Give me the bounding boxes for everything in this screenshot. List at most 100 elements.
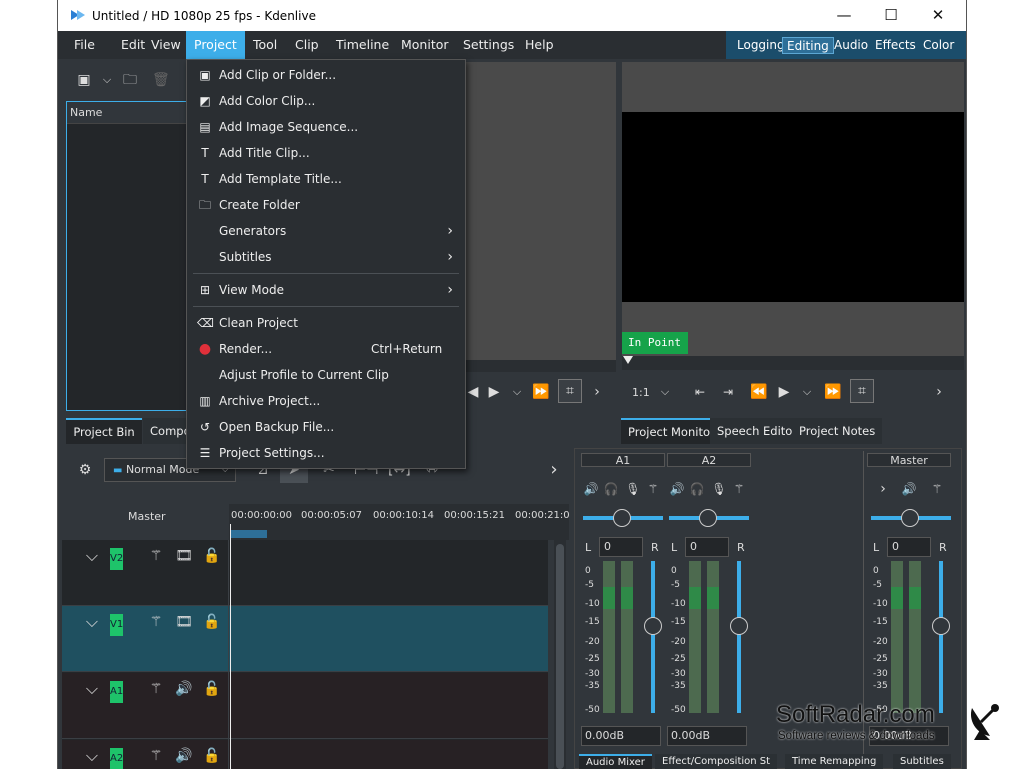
gain-input[interactable]: 0: [685, 537, 729, 557]
zone-bar[interactable]: [231, 530, 267, 538]
speaker-icon[interactable]: 🔊: [583, 479, 599, 499]
tab-speech-editor[interactable]: Speech Editor: [710, 418, 805, 444]
headphones-icon[interactable]: 🎧: [603, 479, 619, 499]
tab-subtitles[interactable]: Subtitles: [893, 754, 951, 769]
chevron-right-icon[interactable]: ›: [546, 460, 562, 480]
tab-time-remapping[interactable]: Time Remapping: [785, 754, 884, 769]
menu-clip[interactable]: Clip: [287, 31, 327, 59]
tab-audio-mixer[interactable]: Audio Mixer: [579, 754, 652, 769]
headphones-icon[interactable]: 🎧: [689, 479, 705, 499]
menu-item-add-clip[interactable]: ▣ Add Clip or Folder...: [187, 62, 465, 88]
play-icon[interactable]: ▶: [776, 382, 792, 402]
chevron-down-icon[interactable]: ⌵: [800, 382, 814, 402]
pan-knob[interactable]: [901, 509, 919, 527]
pan-knob[interactable]: [613, 509, 631, 527]
volume-fader[interactable]: [651, 561, 655, 713]
menu-item-generators[interactable]: Generators ›: [187, 218, 465, 244]
zoom-selector[interactable]: 1:1: [632, 386, 650, 399]
go-to-out-icon[interactable]: ⇥: [720, 382, 736, 402]
project-monitor-ruler[interactable]: [622, 356, 964, 370]
menu-item-add-title-clip[interactable]: T Add Title Clip...: [187, 140, 465, 166]
menu-item-render[interactable]: ● Render... Ctrl+Return: [187, 336, 465, 362]
menu-timeline[interactable]: Timeline: [328, 31, 397, 59]
close-button[interactable]: ✕: [915, 0, 961, 31]
timeline-scrollbar[interactable]: [554, 540, 566, 769]
volume-fader-knob[interactable]: [644, 617, 662, 635]
go-to-in-icon[interactable]: ⇤: [692, 382, 708, 402]
menu-item-create-folder[interactable]: 🗀 Create Folder: [187, 192, 465, 218]
menu-help[interactable]: Help: [517, 31, 562, 59]
microphone-icon[interactable]: 🎙: [625, 479, 641, 499]
title-bar: Untitled / HD 1080p 25 fps - Kdenlive — …: [58, 0, 966, 31]
speaker-icon[interactable]: 🔊: [901, 479, 917, 499]
menu-project[interactable]: Project: [186, 31, 245, 59]
layout-editing[interactable]: Editing: [782, 37, 834, 54]
timeline-playhead[interactable]: [230, 524, 231, 769]
menu-item-open-backup[interactable]: ↺ Open Backup File...: [187, 414, 465, 440]
scrollbar-handle[interactable]: [556, 544, 564, 769]
forward-icon[interactable]: ⏩: [824, 382, 841, 402]
maximize-button[interactable]: ☐: [868, 0, 914, 31]
volume-fader-knob[interactable]: [730, 617, 748, 635]
volume-input[interactable]: 0.00dB: [667, 726, 747, 746]
layout-color[interactable]: Color: [919, 37, 958, 54]
chevron-right-icon[interactable]: ›: [932, 382, 946, 402]
volume-input[interactable]: 0.00dB: [581, 726, 661, 746]
bin-list[interactable]: Name: [66, 101, 190, 411]
clip-monitor-ruler[interactable]: [466, 360, 616, 372]
menu-item-clean-project[interactable]: ⌫ Clean Project: [187, 310, 465, 336]
gain-input[interactable]: 0: [599, 537, 643, 557]
rewind-icon[interactable]: ⏪: [750, 382, 767, 402]
tab-effect-stack[interactable]: Effect/Composition St: [655, 754, 778, 769]
chevron-right-icon[interactable]: ›: [590, 382, 604, 402]
chevron-down-icon[interactable]: ⌵: [658, 382, 672, 402]
bin-column-name[interactable]: Name: [67, 102, 189, 124]
menu-item-add-color-clip[interactable]: ◩ Add Color Clip...: [187, 88, 465, 114]
chevron-down-icon[interactable]: ⌵: [100, 70, 114, 90]
volume-fader[interactable]: [939, 561, 943, 713]
rewind-icon[interactable]: ◀: [466, 382, 480, 402]
microphone-icon[interactable]: 🎙: [711, 479, 727, 499]
crop-icon[interactable]: ⌗: [850, 379, 874, 403]
effect-wand-icon[interactable]: ⚚: [645, 479, 661, 499]
menu-item-archive-project[interactable]: ▥ Archive Project...: [187, 388, 465, 414]
menu-item-add-template-title[interactable]: T Add Template Title...: [187, 166, 465, 192]
timeline-ruler[interactable]: 00:00:00:00 00:00:05:07 00:00:10:14 00:0…: [229, 504, 569, 540]
layout-logging[interactable]: Logging: [733, 37, 789, 54]
crop-icon[interactable]: ⌗: [558, 379, 582, 403]
menu-item-adjust-profile[interactable]: Adjust Profile to Current Clip: [187, 362, 465, 388]
menu-item-project-settings[interactable]: ☰ Project Settings...: [187, 440, 465, 466]
chevron-down-icon[interactable]: ⌵: [510, 382, 524, 402]
menu-monitor[interactable]: Monitor: [393, 31, 457, 59]
menu-tool[interactable]: Tool: [245, 31, 285, 59]
menu-view[interactable]: View: [143, 31, 189, 59]
gain-input[interactable]: 0: [887, 537, 931, 557]
pan-knob[interactable]: [699, 509, 717, 527]
tab-project-bin[interactable]: Project Bin: [66, 418, 142, 444]
tab-project-monitor[interactable]: Project Monitor: [621, 418, 722, 444]
new-folder-icon[interactable]: 🗀: [122, 70, 138, 90]
menu-item-subtitles[interactable]: Subtitles ›: [187, 244, 465, 270]
effect-wand-icon[interactable]: ⚚: [929, 479, 945, 499]
chevron-right-icon[interactable]: ›: [875, 479, 891, 499]
forward-icon[interactable]: ⏩: [532, 382, 549, 402]
playhead-marker[interactable]: [623, 356, 633, 364]
layout-effects[interactable]: Effects: [871, 37, 920, 54]
volume-fader[interactable]: [737, 561, 741, 713]
menu-file[interactable]: File: [66, 31, 103, 59]
menu-item-add-image-sequence[interactable]: ▤ Add Image Sequence...: [187, 114, 465, 140]
timeline-settings-icon[interactable]: ⚙: [76, 460, 94, 480]
volume-fader-knob[interactable]: [932, 617, 950, 635]
db-scale-label: 0: [585, 566, 591, 576]
effect-wand-icon[interactable]: ⚚: [731, 479, 747, 499]
layout-audio[interactable]: Audio: [830, 37, 872, 54]
delete-icon[interactable]: 🗑: [152, 70, 170, 90]
play-icon[interactable]: ▶: [486, 382, 502, 402]
tab-compositions[interactable]: Compos: [143, 418, 197, 444]
tab-project-notes[interactable]: Project Notes: [792, 418, 883, 444]
add-clip-icon[interactable]: ▣: [76, 70, 92, 90]
speaker-icon[interactable]: 🔊: [669, 479, 685, 499]
menu-settings[interactable]: Settings: [455, 31, 522, 59]
menu-item-view-mode[interactable]: ⊞ View Mode ›: [187, 277, 465, 303]
minimize-button[interactable]: —: [821, 0, 867, 31]
